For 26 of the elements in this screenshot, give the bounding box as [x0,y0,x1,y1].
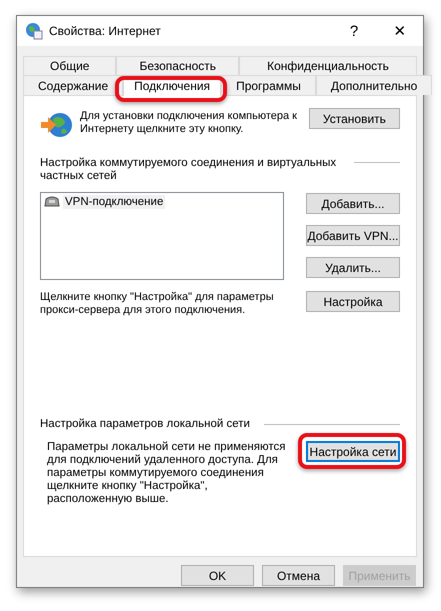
help-button[interactable]: ? [331,16,377,46]
close-button[interactable]: ✕ [377,16,423,46]
tab[interactable]: Конфиденциальность [239,56,417,75]
setup-description: Для установки подключения компьютера к Интернету щелкните эту кнопку. [80,110,298,136]
globe-arrow-icon [40,111,74,139]
list-action-button[interactable]: Добавить... [306,193,400,214]
window-title: Свойства: Интернет [49,24,162,38]
lan-settings-button[interactable]: Настройка сети [306,441,400,462]
list-action-button[interactable]: Удалить... [306,257,400,278]
dialog-button[interactable]: Отмена [262,565,335,586]
dialog-button[interactable]: OK [181,565,254,586]
setup-button[interactable]: Установить [308,108,400,129]
tab[interactable]: Содержание [23,75,124,95]
vpn-icon [44,195,60,209]
group-heading: Настройка коммутируемого соединения и виртуальных частных сетей [40,157,338,183]
tab[interactable]: Дополнительно [316,75,432,95]
lan-description: Параметры локальной сети не применяются для подключений удаленного доступа. Для параметры коммутируемого соединения щелкните кнопку "Настройка", расположенную выше. [46,441,286,506]
tab[interactable]: Безопасность [116,56,240,75]
list-action-button[interactable]: Добавить VPN... [306,225,400,246]
tab[interactable]: Программы [221,75,316,95]
globe-icon [25,22,43,40]
settings-button[interactable]: Настройка [306,291,400,312]
group-heading: Настройка параметров локальной сети [40,418,250,431]
tab[interactable]: Общие [23,56,116,75]
connection-item[interactable]: VPN-подключение [63,195,166,209]
proxy-description: Щелкните кнопку "Настройка" для параметры прокси-сервера для этого подключения. [40,291,275,317]
